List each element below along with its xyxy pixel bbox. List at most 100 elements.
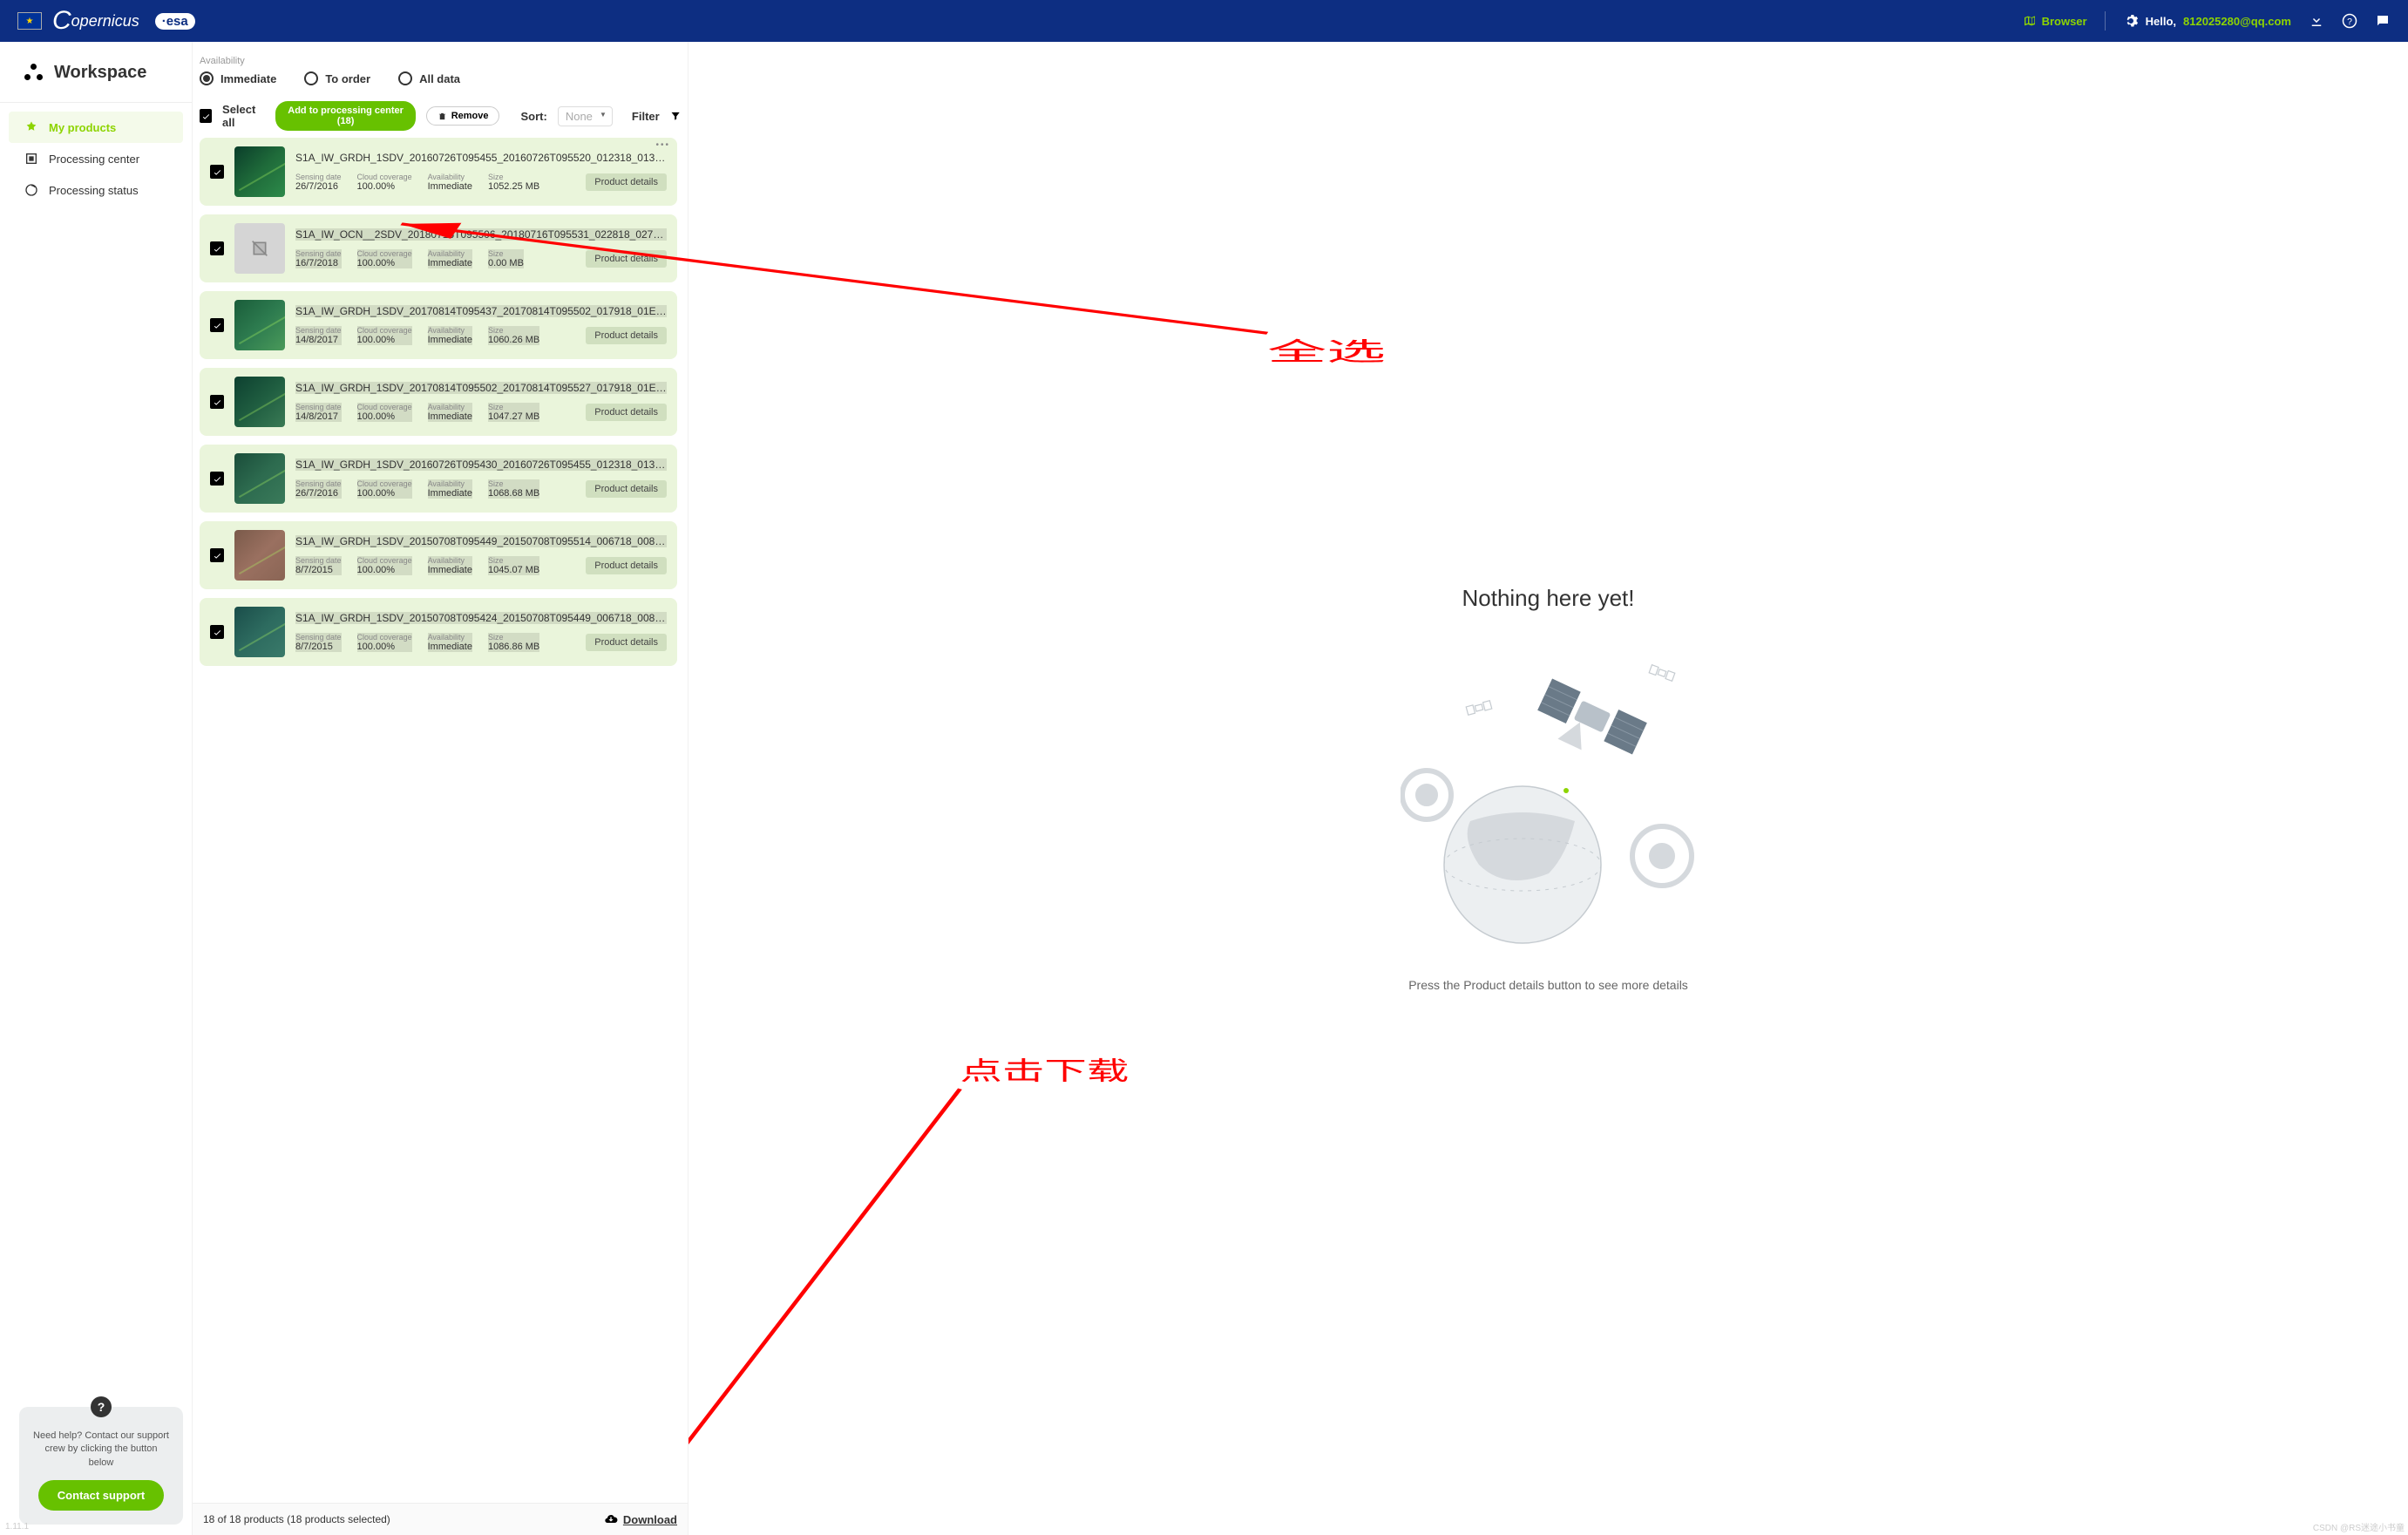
sensing-date: 8/7/2015 <box>295 642 342 652</box>
sidebar-item-icon <box>24 183 38 197</box>
sidebar-item-processing-status[interactable]: Processing status <box>9 174 183 206</box>
contact-support-button[interactable]: Contact support <box>38 1480 164 1511</box>
user-email: 812025280@qq.com <box>2183 15 2291 28</box>
product-title: S1A_IW_OCN__2SDV_20180716T095506_2018071… <box>295 228 667 241</box>
availability-value: Immediate <box>428 335 472 345</box>
product-details-button[interactable]: Product details <box>586 404 667 421</box>
top-header: ★ Copernicus ·esa Browser Hello, 8120252… <box>0 0 2408 42</box>
product-details-button[interactable]: Product details <box>586 634 667 651</box>
size-value: 1086.86 MB <box>488 642 539 652</box>
cloud-coverage: 100.00% <box>357 642 412 652</box>
filter-icon[interactable] <box>670 110 681 122</box>
sidebar-item-label: Processing center <box>49 153 139 166</box>
product-details-button[interactable]: Product details <box>586 480 667 498</box>
product-details-button[interactable]: Product details <box>586 173 667 191</box>
sidebar-item-label: Processing status <box>49 184 139 197</box>
availability-value: Immediate <box>428 411 472 422</box>
sort-label: Sort: <box>520 110 546 123</box>
empty-illustration <box>1401 647 1697 961</box>
filter-label: Filter <box>632 110 660 123</box>
browser-label: Browser <box>2042 15 2087 28</box>
product-checkbox[interactable] <box>210 241 224 255</box>
product-checkbox[interactable] <box>210 395 224 409</box>
product-card[interactable]: S1A_IW_OCN__2SDV_20180716T095506_2018071… <box>200 214 677 282</box>
check-icon <box>213 167 222 177</box>
radio-icon <box>200 71 214 85</box>
check-icon <box>201 112 211 121</box>
help-icon[interactable]: ? <box>2342 13 2357 29</box>
check-icon <box>213 474 222 484</box>
availability-value: Immediate <box>428 642 472 652</box>
support-text: Need help? Contact our support crew by c… <box>31 1430 171 1470</box>
cloud-coverage: 100.00% <box>357 181 412 192</box>
product-title: S1A_IW_GRDH_1SDV_20170814T095502_2017081… <box>295 382 667 394</box>
empty-title: Nothing here yet! <box>1462 585 1634 612</box>
availability-radio[interactable]: To order <box>304 71 370 85</box>
product-card[interactable]: S1A_IW_GRDH_1SDV_20160726T095430_2016072… <box>200 445 677 513</box>
check-icon <box>213 551 222 560</box>
sidebar-item-products[interactable]: My products <box>9 112 183 143</box>
cloud-coverage: 100.00% <box>357 411 412 422</box>
map-icon <box>2023 14 2037 28</box>
radio-label: To order <box>325 72 370 85</box>
products-column: Availability ImmediateTo orderAll data S… <box>192 42 688 1535</box>
product-thumbnail <box>234 607 285 657</box>
size-value: 0.00 MB <box>488 258 524 268</box>
question-icon: ? <box>91 1396 112 1417</box>
sort-dropdown[interactable]: None <box>558 106 613 126</box>
empty-subtext: Press the Product details button to see … <box>1408 978 1688 992</box>
trash-icon <box>438 112 447 121</box>
product-checkbox[interactable] <box>210 548 224 562</box>
add-to-processing-button[interactable]: Add to processing center (18) <box>275 101 415 131</box>
user-greeting[interactable]: Hello, 812025280@qq.com <box>2123 13 2291 29</box>
sidebar-item-icon <box>24 152 38 166</box>
radio-label: Immediate <box>220 72 276 85</box>
sidebar-item-icon <box>24 120 38 134</box>
product-details-button[interactable]: Product details <box>586 250 667 268</box>
sensing-date: 14/8/2017 <box>295 411 342 422</box>
product-list[interactable]: ••• S1A_IW_GRDH_1SDV_20160726T095455_2016… <box>200 138 681 1503</box>
product-checkbox[interactable] <box>210 625 224 639</box>
sensing-date: 8/7/2015 <box>295 565 342 575</box>
download-header-icon[interactable] <box>2309 13 2324 29</box>
product-card[interactable]: ••• S1A_IW_GRDH_1SDV_20160726T095455_2016… <box>200 138 677 206</box>
product-checkbox[interactable] <box>210 165 224 179</box>
action-row: Select all Add to processing center (18)… <box>200 98 681 138</box>
availability-radio[interactable]: Immediate <box>200 71 276 85</box>
product-details-button[interactable]: Product details <box>586 327 667 344</box>
product-card[interactable]: S1A_IW_GRDH_1SDV_20170814T095437_2017081… <box>200 291 677 359</box>
download-button[interactable]: Download <box>604 1512 677 1526</box>
sidebar-item-processing-center[interactable]: Processing center <box>9 143 183 174</box>
gear-icon <box>2123 13 2139 29</box>
chat-icon[interactable] <box>2375 13 2391 29</box>
workspace-icon <box>24 64 44 83</box>
product-menu-icon[interactable]: ••• <box>655 140 670 150</box>
check-icon <box>213 397 222 407</box>
radio-icon <box>398 71 412 85</box>
sensing-date: 26/7/2016 <box>295 181 342 192</box>
browser-link[interactable]: Browser <box>2023 14 2087 28</box>
product-title: S1A_IW_GRDH_1SDV_20160726T095455_2016072… <box>295 152 667 164</box>
size-value: 1052.25 MB <box>488 181 539 192</box>
product-title: S1A_IW_GRDH_1SDV_20170814T095437_2017081… <box>295 305 667 317</box>
watermark: CSDN @RS迷途小书童 <box>2313 1520 2405 1533</box>
product-checkbox[interactable] <box>210 318 224 332</box>
svg-text:?: ? <box>2347 17 2352 27</box>
product-card[interactable]: S1A_IW_GRDH_1SDV_20150708T095424_2015070… <box>200 598 677 666</box>
availability-radios: Immediate To order All data <box>200 71 681 85</box>
product-card[interactable]: S1A_IW_GRDH_1SDV_20150708T095449_2015070… <box>200 521 677 589</box>
product-thumbnail <box>234 377 285 427</box>
header-right: Browser Hello, 812025280@qq.com ? <box>2023 11 2391 31</box>
product-checkbox[interactable] <box>210 472 224 486</box>
remove-button[interactable]: Remove <box>426 106 500 126</box>
size-value: 1068.68 MB <box>488 488 539 499</box>
anno-download: 点击下载 <box>960 1057 1129 1085</box>
product-card[interactable]: S1A_IW_GRDH_1SDV_20170814T095502_2017081… <box>200 368 677 436</box>
esa-logo: ·esa <box>155 13 195 30</box>
sensing-date: 16/7/2018 <box>295 258 342 268</box>
product-thumbnail-missing <box>234 223 285 274</box>
product-details-button[interactable]: Product details <box>586 557 667 574</box>
select-all-checkbox[interactable] <box>200 109 212 123</box>
size-value: 1060.26 MB <box>488 335 539 345</box>
availability-radio[interactable]: All data <box>398 71 460 85</box>
